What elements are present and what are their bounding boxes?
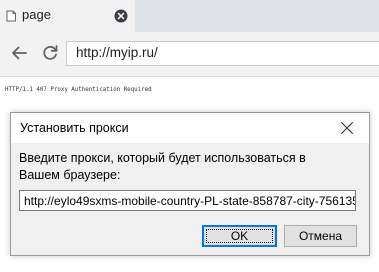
dialog-message: Введите прокси, который будет использова… — [19, 151, 306, 182]
reload-icon[interactable] — [40, 43, 60, 63]
dialog-titlebar: Установить прокси — [11, 113, 369, 143]
close-icon[interactable] — [340, 121, 354, 135]
tab-title: page — [22, 7, 51, 22]
page-status-text: HTTP/1.1 407 Proxy Authentication Requir… — [5, 87, 152, 93]
close-icon[interactable] — [114, 9, 128, 23]
cancel-button[interactable]: Отмена — [284, 225, 357, 247]
proxy-input[interactable] — [19, 190, 356, 211]
address-text: http://myip.ru/ — [76, 45, 158, 60]
ok-button-label: OK — [230, 229, 249, 243]
dialog-title: Установить прокси — [20, 121, 129, 135]
arrow-left-icon[interactable] — [9, 43, 29, 63]
address-bar[interactable]: http://myip.ru/ — [66, 41, 379, 66]
page-favicon-icon — [6, 10, 16, 22]
proxy-dialog: Установить прокси Введите прокси, которы… — [10, 112, 370, 256]
ok-button[interactable]: OK — [202, 225, 277, 247]
browser-toolbar: http://myip.ru/ — [0, 32, 379, 77]
browser-window: page http://myip.ru/ HTTP/1.1 407 Proxy … — [0, 0, 379, 272]
tab-strip: page — [0, 0, 379, 32]
cancel-button-label: Отмена — [298, 229, 343, 243]
tab-page[interactable]: page — [0, 0, 135, 32]
